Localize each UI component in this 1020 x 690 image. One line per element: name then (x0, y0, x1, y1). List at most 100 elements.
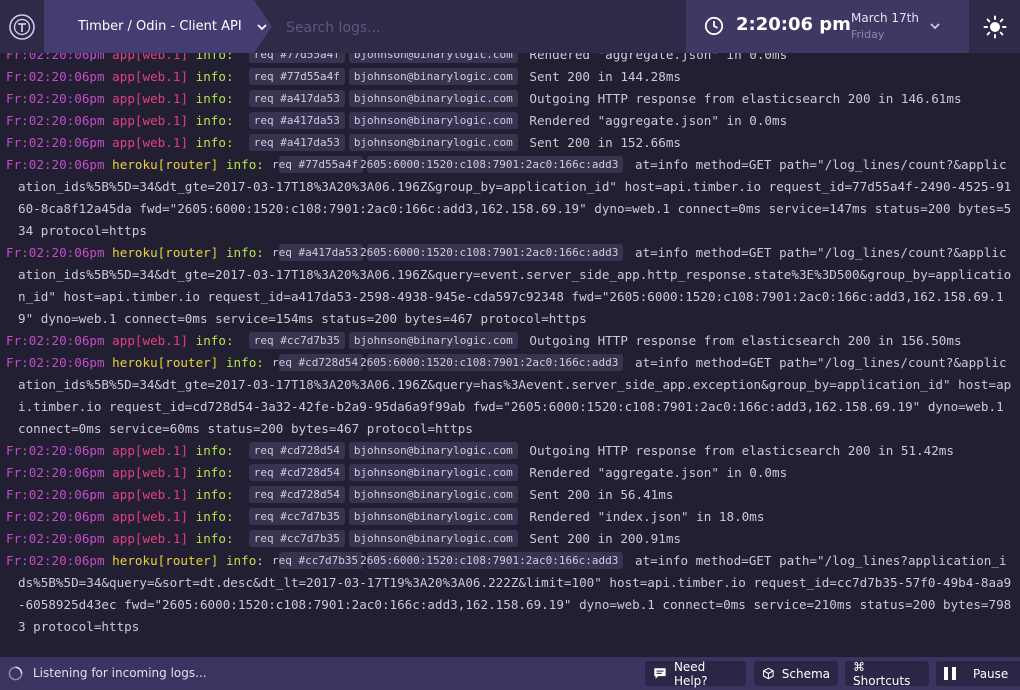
log-level: info: (195, 509, 234, 524)
request-id-tag[interactable]: req #cc7d7b35 (272, 552, 364, 569)
timber-logo-icon[interactable] (0, 0, 44, 53)
log-source-name: app (112, 509, 135, 524)
log-level: info: (225, 245, 264, 260)
request-id-tag[interactable]: req #a417da53 (272, 244, 364, 261)
user-tag[interactable]: 2605:6000:1520:c108:7901:2ac0:166c:add3 (360, 552, 624, 569)
log-timestamp: Fr:02:20:06pm (6, 355, 105, 370)
app-selector-label: Timber / Odin - Client API (78, 19, 242, 34)
log-source: heroku[router] (112, 245, 219, 260)
log-line[interactable]: Fr:02:20:06pm app[web.1] info: req #a417… (0, 88, 1020, 110)
pause-button[interactable]: Pause (936, 661, 1020, 686)
log-line[interactable]: Fr:02:20:06pm app[web.1] info: req #a417… (0, 110, 1020, 132)
current-day: Friday (851, 28, 885, 41)
log-line[interactable]: Fr:02:20:06pm app[web.1] info: req #77d5… (0, 66, 1020, 88)
request-id-tag[interactable]: req #cd728d54 (248, 442, 345, 459)
chevron-down-icon[interactable] (929, 20, 941, 32)
clock-icon (704, 16, 724, 36)
request-id-tag[interactable]: req #cd728d54 (248, 464, 345, 481)
log-source: app[web.1] (112, 333, 189, 348)
schema-button[interactable]: Schema (754, 661, 838, 686)
log-message: Sent 200 in 56.41ms (529, 487, 674, 502)
top-bar: Timber / Odin - Client API 2:20:06 pm Ma… (0, 0, 1020, 53)
log-process-name: web.1 (142, 69, 181, 84)
log-line[interactable]: Fr:02:20:06pm app[web.1] info: req #cd72… (0, 484, 1020, 506)
request-id-tag[interactable]: req #a417da53 (248, 90, 345, 107)
user-tag[interactable]: bjohnson@binarylogic.com (348, 530, 518, 547)
log-level: info: (195, 487, 234, 502)
user-tag[interactable]: bjohnson@binarylogic.com (348, 486, 518, 503)
user-tag[interactable]: bjohnson@binarylogic.com (348, 68, 518, 85)
shortcuts-button[interactable]: ⌘ Shortcuts (845, 660, 929, 688)
log-line[interactable]: Fr:02:20:06pm heroku[router] info: req #… (0, 154, 1020, 242)
app-selector[interactable]: Timber / Odin - Client API (44, 0, 272, 53)
user-tag[interactable]: bjohnson@binarylogic.com (348, 332, 518, 349)
log-timestamp: Fr:02:20:06pm (6, 333, 105, 348)
request-id-tag[interactable]: req #cd728d54 (248, 486, 345, 503)
request-id-tag[interactable]: req #77d55a4f (248, 68, 345, 85)
user-tag[interactable]: 2605:6000:1520:c108:7901:2ac0:166c:add3 (360, 244, 624, 261)
log-source-name: app (112, 487, 135, 502)
need-help-button[interactable]: Need Help? (645, 660, 746, 688)
log-line[interactable]: Fr:02:20:06pm app[web.1] info: req #cc7d… (0, 506, 1020, 528)
log-line[interactable]: Fr:02:20:06pm app[web.1] info: req #cd72… (0, 462, 1020, 484)
search-input[interactable] (284, 14, 668, 42)
log-line[interactable]: Fr:02:20:06pm heroku[router] info: req #… (0, 242, 1020, 330)
user-tag[interactable]: 2605:6000:1520:c108:7901:2ac0:166c:add3 (360, 354, 624, 371)
user-tag[interactable]: bjohnson@binarylogic.com (348, 442, 518, 459)
log-process-name: web.1 (142, 509, 181, 524)
log-source: app[web.1] (112, 531, 189, 546)
chevron-down-icon (257, 23, 267, 30)
log-timestamp: Fr:02:20:06pm (6, 531, 105, 546)
log-level: info: (225, 553, 264, 568)
log-source-name: app (112, 135, 135, 150)
request-id-tag[interactable]: req #cc7d7b35 (248, 530, 345, 547)
log-message: Outgoing HTTP response from elasticsearc… (529, 91, 962, 106)
user-tag[interactable]: bjohnson@binarylogic.com (348, 112, 518, 129)
theme-toggle-button[interactable] (969, 0, 1020, 53)
log-source-name: app (112, 69, 135, 84)
log-level: info: (195, 333, 234, 348)
log-level: info: (195, 135, 234, 150)
log-timestamp: Fr:02:20:06pm (6, 69, 105, 84)
log-stream[interactable]: Fr:02:20:06pm app[web.1] info: req #77d5… (0, 44, 1020, 657)
log-source: heroku[router] (112, 553, 219, 568)
log-line[interactable]: Fr:02:20:06pm heroku[router] info: req #… (0, 352, 1020, 440)
status-text: Listening for incoming logs... (33, 666, 207, 680)
request-id-tag[interactable]: req #77d55a4f (272, 156, 364, 173)
log-source: app[web.1] (112, 91, 189, 106)
log-line[interactable]: Fr:02:20:06pm heroku[router] info: req #… (0, 550, 1020, 638)
user-tag[interactable]: bjohnson@binarylogic.com (348, 134, 518, 151)
request-id-tag[interactable]: req #cc7d7b35 (248, 508, 345, 525)
request-id-tag[interactable]: req #cd728d54 (272, 354, 364, 371)
user-tag[interactable]: 2605:6000:1520:c108:7901:2ac0:166c:add3 (360, 156, 624, 173)
request-id-tag[interactable]: req #a417da53 (248, 134, 345, 151)
time-range-panel[interactable]: 2:20:06 pm March 17th Friday (686, 0, 969, 53)
user-tag[interactable]: bjohnson@binarylogic.com (348, 508, 518, 525)
log-message: Sent 200 in 144.28ms (529, 69, 682, 84)
request-id-tag[interactable]: req #cc7d7b35 (248, 332, 345, 349)
log-timestamp: Fr:02:20:06pm (6, 135, 105, 150)
log-process-name: router (165, 355, 211, 370)
log-source-name: heroku (112, 553, 158, 568)
log-level: info: (195, 443, 234, 458)
log-process-name: web.1 (142, 443, 181, 458)
log-timestamp: Fr:02:20:06pm (6, 443, 105, 458)
user-tag[interactable]: bjohnson@binarylogic.com (348, 90, 518, 107)
log-process-name: web.1 (142, 333, 181, 348)
log-source-name: app (112, 91, 135, 106)
pause-icon (944, 667, 956, 680)
log-timestamp: Fr:02:20:06pm (6, 91, 105, 106)
log-line[interactable]: Fr:02:20:06pm app[web.1] info: req #cc7d… (0, 330, 1020, 352)
log-line[interactable]: Fr:02:20:06pm app[web.1] info: req #cc7d… (0, 528, 1020, 550)
log-line[interactable]: Fr:02:20:06pm app[web.1] info: req #a417… (0, 132, 1020, 154)
log-process-name: web.1 (142, 531, 181, 546)
user-tag[interactable]: bjohnson@binarylogic.com (348, 464, 518, 481)
log-source: app[web.1] (112, 135, 189, 150)
cube-icon (763, 667, 774, 680)
log-process-name: router (165, 553, 211, 568)
log-process-name: web.1 (142, 487, 181, 502)
log-line[interactable]: Fr:02:20:06pm app[web.1] info: req #cd72… (0, 440, 1020, 462)
request-id-tag[interactable]: req #a417da53 (248, 112, 345, 129)
log-source-name: app (112, 531, 135, 546)
log-source-name: heroku (112, 245, 158, 260)
